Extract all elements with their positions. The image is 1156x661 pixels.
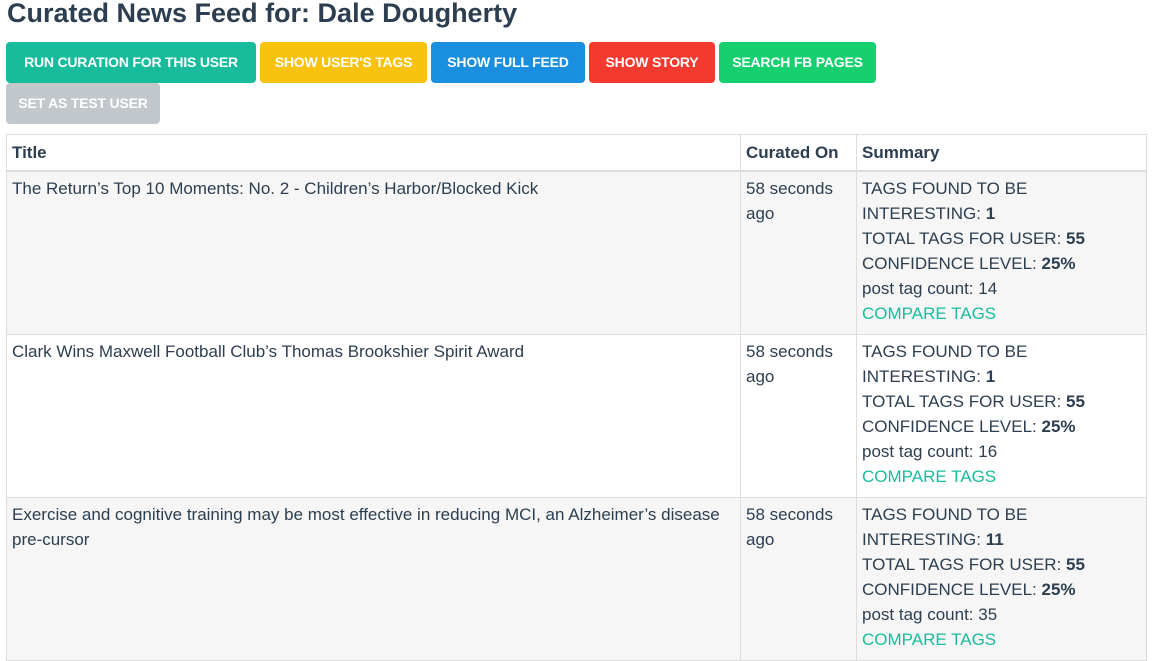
- interesting-count: 1: [985, 367, 996, 386]
- story-title: Exercise and cognitive training may be m…: [6, 497, 741, 661]
- show-full-feed-button[interactable]: SHOW FULL FEED: [431, 42, 585, 83]
- confidence-value: 25%: [1041, 417, 1076, 436]
- post-tag-count: 35: [978, 605, 998, 624]
- table-header-row: Title Curated On Summary: [6, 134, 1147, 172]
- story-title: The Return’s Top 10 Moments: No. 2 - Chi…: [6, 170, 741, 335]
- curated-on-time: 58 seconds ago: [740, 170, 857, 335]
- post-tag-count-label: post tag count:: [862, 605, 974, 624]
- show-story-button[interactable]: SHOW STORY: [589, 42, 715, 83]
- total-tags-count: 55: [1066, 392, 1085, 411]
- post-tag-count-label: post tag count:: [862, 442, 974, 461]
- table-row: The Return’s Top 10 Moments: No. 2 - Chi…: [6, 170, 1147, 335]
- total-tags-label: TOTAL TAGS FOR USER:: [862, 555, 1062, 574]
- summary-cell: TAGS FOUND TO BE INTERESTING: 11 TOTAL T…: [856, 497, 1147, 661]
- story-title: Clark Wins Maxwell Football Club’s Thoma…: [6, 334, 741, 498]
- interesting-count: 1: [985, 204, 996, 223]
- table-row: Clark Wins Maxwell Football Club’s Thoma…: [6, 334, 1147, 498]
- total-tags-label: TOTAL TAGS FOR USER:: [862, 392, 1062, 411]
- confidence-label: CONFIDENCE LEVEL:: [862, 580, 1037, 599]
- compare-tags-link[interactable]: COMPARE TAGS: [862, 464, 1141, 489]
- interesting-label: TAGS FOUND TO BE INTERESTING:: [862, 342, 1028, 386]
- page-title: Curated News Feed for: Dale Dougherty: [7, 0, 518, 28]
- set-test-user-button[interactable]: SET AS TEST USER: [6, 83, 160, 124]
- confidence-value: 25%: [1041, 580, 1076, 599]
- total-tags-count: 55: [1066, 229, 1085, 248]
- run-curation-button[interactable]: RUN CURATION FOR THIS USER: [6, 42, 256, 83]
- table-row: Exercise and cognitive training may be m…: [6, 497, 1147, 661]
- total-tags-label: TOTAL TAGS FOR USER:: [862, 229, 1062, 248]
- compare-tags-link[interactable]: COMPARE TAGS: [862, 627, 1141, 652]
- interesting-count: 11: [985, 530, 1004, 549]
- column-header-summary[interactable]: Summary: [856, 134, 1147, 172]
- feed-table: Title Curated On Summary The Return’s To…: [6, 134, 1147, 661]
- confidence-value: 25%: [1041, 254, 1076, 273]
- confidence-label: CONFIDENCE LEVEL:: [862, 254, 1037, 273]
- interesting-label: TAGS FOUND TO BE INTERESTING:: [862, 179, 1028, 223]
- column-header-curated-on[interactable]: Curated On: [740, 134, 857, 172]
- total-tags-count: 55: [1066, 555, 1085, 574]
- post-tag-count: 14: [978, 279, 998, 298]
- post-tag-count-label: post tag count:: [862, 279, 974, 298]
- curated-on-time: 58 seconds ago: [740, 334, 857, 498]
- show-users-tags-button[interactable]: SHOW USER'S TAGS: [260, 42, 427, 83]
- post-tag-count: 16: [978, 442, 998, 461]
- column-header-title[interactable]: Title: [6, 134, 741, 172]
- summary-cell: TAGS FOUND TO BE INTERESTING: 1 TOTAL TA…: [856, 334, 1147, 498]
- summary-cell: TAGS FOUND TO BE INTERESTING: 1 TOTAL TA…: [856, 170, 1147, 335]
- confidence-label: CONFIDENCE LEVEL:: [862, 417, 1037, 436]
- compare-tags-link[interactable]: COMPARE TAGS: [862, 301, 1141, 326]
- search-fb-pages-button[interactable]: SEARCH FB PAGES: [719, 42, 876, 83]
- curated-on-time: 58 seconds ago: [740, 497, 857, 661]
